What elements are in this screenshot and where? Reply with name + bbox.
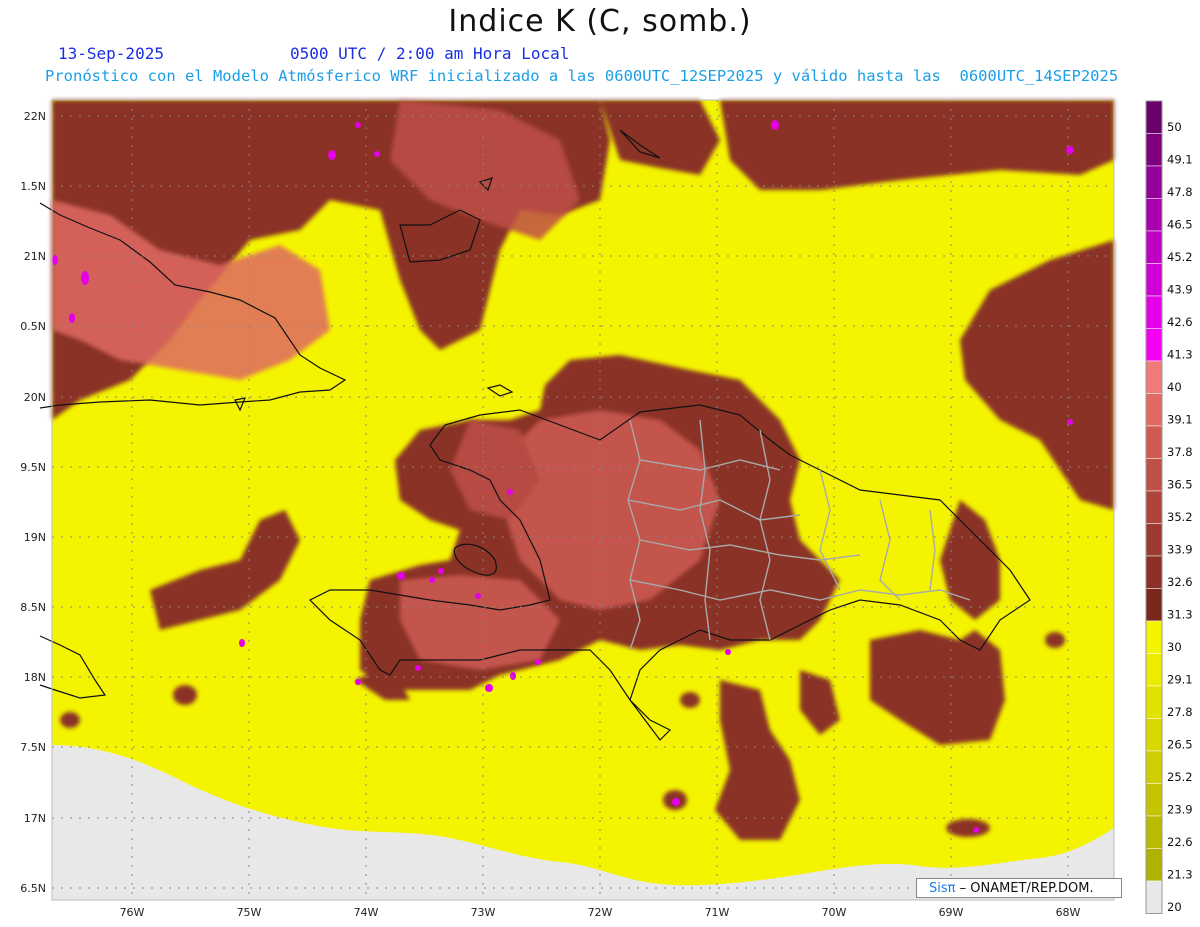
lon-label: 72W	[588, 906, 613, 919]
lon-label: 69W	[939, 906, 964, 919]
colorbar-swatch	[1145, 653, 1163, 687]
lat-label: 22N	[24, 110, 46, 123]
lat-labels: 22N 1.5N 21N 0.5N 20N 9.5N 19N 8.5N 18N …	[20, 110, 46, 895]
lon-label: 76W	[120, 906, 145, 919]
lat-label: 20N	[24, 391, 46, 404]
colorbar-swatch	[1145, 555, 1163, 589]
colorbar-swatch	[1145, 490, 1163, 524]
colorbar-label: 32.6	[1167, 575, 1193, 589]
lon-label: 70W	[822, 906, 847, 919]
colorbar: 50 49.1 47.8 46.5 45.2 43.9 42.6 41.3 40 39.1 37.8…	[1145, 100, 1193, 914]
colorbar-label: 49.1	[1167, 153, 1193, 167]
colorbar-swatch	[1145, 620, 1163, 654]
colorbar-swatch	[1145, 783, 1163, 817]
colorbar-swatch	[1145, 880, 1163, 914]
colorbar-swatch	[1145, 263, 1163, 297]
colorbar-swatch	[1145, 100, 1163, 134]
credit-text: – ONAMET/REP.DOM.	[955, 881, 1094, 896]
lon-label: 73W	[471, 906, 496, 919]
colorbar-label: 29.1	[1167, 673, 1193, 687]
lon-label: 74W	[354, 906, 379, 919]
colorbar-swatch	[1145, 328, 1163, 362]
colorbar-label: 33.9	[1167, 543, 1193, 557]
colorbar-label: 39.1	[1167, 413, 1193, 427]
lat-label: 19N	[24, 531, 46, 544]
colorbar-swatch	[1145, 750, 1163, 784]
colorbar-label: 50	[1167, 120, 1182, 134]
lon-label: 71W	[705, 906, 730, 919]
colorbar-label: 40	[1167, 380, 1182, 394]
colorbar-label: 21.3	[1167, 868, 1193, 882]
colorbar-label: 45.2	[1167, 250, 1193, 264]
k-index-map: 22N 1.5N 21N 0.5N 20N 9.5N 19N 8.5N 18N …	[20, 99, 1193, 919]
colorbar-label: 42.6	[1167, 315, 1193, 329]
colorbar-label: 27.8	[1167, 705, 1193, 719]
lat-label: 8.5N	[20, 601, 46, 614]
colorbar-label: 36.5	[1167, 478, 1193, 492]
lat-label: 9.5N	[20, 461, 46, 474]
colorbar-swatch	[1145, 295, 1163, 329]
colorbar-swatch	[1145, 718, 1163, 752]
colorbar-label: 30	[1167, 640, 1182, 654]
colorbar-label: 20	[1167, 900, 1182, 914]
sis-logo-text: Sisπ	[929, 881, 956, 896]
lat-label: 18N	[24, 671, 46, 684]
lon-label: 75W	[237, 906, 262, 919]
colorbar-label: 26.5	[1167, 738, 1193, 752]
colorbar-swatch	[1145, 425, 1163, 459]
lon-labels: 76W 75W 74W 73W 72W 71W 70W 69W 68W	[120, 906, 1081, 919]
colorbar-swatch	[1145, 360, 1163, 394]
colorbar-swatch	[1145, 458, 1163, 492]
lat-label: 21N	[24, 250, 46, 263]
colorbar-label: 35.2	[1167, 510, 1193, 524]
colorbar-label: 22.6	[1167, 835, 1193, 849]
lon-label: 68W	[1056, 906, 1081, 919]
credit-box: Sisπ – ONAMET/REP.DOM.	[916, 878, 1122, 898]
colorbar-swatch	[1145, 393, 1163, 427]
colorbar-swatch	[1145, 230, 1163, 264]
colorbar-swatch	[1145, 848, 1163, 882]
colorbar-swatch	[1145, 165, 1163, 199]
colorbar-label: 23.9	[1167, 803, 1193, 817]
colorbar-label: 25.2	[1167, 770, 1193, 784]
colorbar-swatch	[1145, 685, 1163, 719]
colorbar-swatch	[1145, 133, 1163, 167]
lat-label: 7.5N	[20, 741, 46, 754]
colorbar-label: 41.3	[1167, 348, 1193, 362]
colorbar-swatch	[1145, 198, 1163, 232]
colorbar-label: 43.9	[1167, 283, 1193, 297]
colorbar-label: 47.8	[1167, 185, 1193, 199]
colorbar-swatch	[1145, 523, 1163, 557]
lat-label: 1.5N	[20, 180, 46, 193]
colorbar-swatch	[1145, 588, 1163, 622]
lat-label: 0.5N	[20, 320, 46, 333]
colorbar-label: 31.3	[1167, 608, 1193, 622]
lat-label: 17N	[24, 812, 46, 825]
colorbar-swatch	[1145, 815, 1163, 849]
colorbar-label: 46.5	[1167, 218, 1193, 232]
colorbar-label: 37.8	[1167, 445, 1193, 459]
lat-label: 6.5N	[20, 882, 46, 895]
